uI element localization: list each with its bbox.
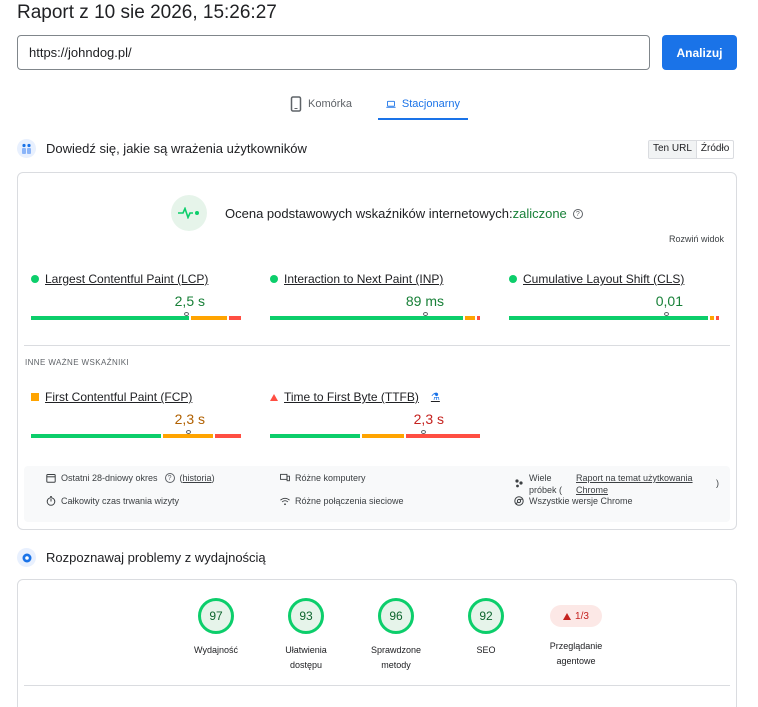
metric-lcp: Largest Contentful Paint (LCP) 2,5 s [31, 272, 241, 320]
field-data-heading: Dowiedź się, jakie są wrażenia użytkowni… [17, 139, 307, 158]
crux-report-link[interactable]: Raport na temat użytkowania Chrome [576, 472, 693, 496]
info-samples: Wiele próbek ( Raport na temat użytkowani… [514, 472, 719, 496]
toggle-this-url[interactable]: Ten URL [649, 141, 697, 158]
history-link[interactable]: historia [183, 473, 212, 483]
score-best-practices-value: 96 [378, 598, 414, 634]
score-agentic-label: Przeglądanie agentowe [549, 641, 603, 666]
wifi-icon [280, 496, 290, 506]
good-indicator-icon [31, 275, 39, 283]
score-accessibility-value: 93 [288, 598, 324, 634]
other-metrics-label: INNE WAŻNE WSKAŹNIKI [25, 358, 130, 367]
info-chrome-versions: Wszystkie wersje Chrome [514, 496, 633, 506]
calendar-icon [46, 473, 56, 483]
score-performance[interactable]: 97 Wydajność [171, 598, 261, 673]
info-period: Ostatni 28-dniowy okres ? (historia) [46, 473, 215, 483]
users-icon [17, 139, 36, 158]
info-network: Różne połączenia sieciowe [280, 496, 404, 506]
core-web-vitals-card: Ocena podstawowych wskaźników internetow… [17, 172, 737, 530]
score-best-practices-label: Sprawdzone metody [370, 645, 422, 670]
metric-lcp-distribution [31, 312, 241, 320]
tab-desktop[interactable]: Stacjonarny [378, 88, 468, 120]
help-icon[interactable]: ? [572, 209, 583, 220]
report-title: Raport z 10 sie 2026, 15:26:27 [17, 2, 277, 23]
metric-ttfb-value: 2,3 s [413, 411, 444, 427]
score-performance-value: 97 [198, 598, 234, 634]
lab-data-heading-text: Rozpoznawaj problemy z wydajnością [46, 550, 266, 565]
metric-inp-value: 89 ms [405, 293, 444, 309]
field-data-heading-text: Dowiedź się, jakie są wrażenia użytkowni… [46, 141, 307, 156]
metric-inp-distribution [270, 312, 480, 320]
expand-view-button[interactable]: Rozwiń widok [669, 234, 724, 244]
good-indicator-icon [270, 275, 278, 283]
metric-ttfb-link[interactable]: Time to First Byte (TTFB) [284, 390, 419, 404]
cwv-status: zaliczone [512, 205, 567, 221]
score-performance-label: Wydajność [194, 645, 238, 655]
average-indicator-icon [31, 393, 39, 401]
cwv-assessment-text: Ocena podstawowych wskaźników internetow… [225, 206, 583, 221]
metric-inp: Interaction to Next Paint (INP) 89 ms [270, 272, 480, 320]
metric-fcp-link[interactable]: First Contentful Paint (FCP) [45, 390, 192, 404]
agentic-browsing-value: 1/3 [575, 610, 589, 622]
agentic-browsing-badge: 1/3 [550, 605, 602, 627]
metric-fcp: First Contentful Paint (FCP) 2,3 s [31, 390, 241, 438]
good-indicator-icon [509, 275, 517, 283]
help-icon[interactable]: ? [164, 473, 175, 483]
smartphone-icon [290, 96, 302, 112]
score-seo-label: SEO [476, 645, 496, 655]
metric-lcp-link[interactable]: Largest Contentful Paint (LCP) [45, 272, 208, 286]
metric-fcp-distribution [31, 430, 241, 438]
warning-triangle-icon [563, 612, 572, 620]
metric-fcp-value: 2,3 s [174, 411, 205, 427]
tab-desktop-label: Stacjonarny [401, 98, 460, 110]
score-best-practices[interactable]: 96 Sprawdzone metody [351, 598, 441, 673]
metric-ttfb: Time to First Byte (TTFB) ⚗ 2,3 s [270, 390, 480, 438]
timer-icon [46, 496, 56, 506]
tab-mobile[interactable]: Komórka [282, 88, 372, 120]
performance-icon [17, 548, 36, 567]
laptop-icon [386, 100, 396, 108]
score-gauges: 97 Wydajność 93 Ułatwienia dostępu 96 Spr… [171, 598, 621, 673]
metric-inp-link[interactable]: Interaction to Next Paint (INP) [284, 272, 443, 286]
section-divider [24, 345, 730, 346]
experimental-flask-icon: ⚗ [430, 391, 440, 403]
section-divider [24, 685, 730, 686]
metric-lcp-value: 2,5 s [174, 293, 205, 309]
poor-indicator-icon [270, 393, 278, 401]
pulse-icon [171, 195, 207, 231]
metric-cls-value: 0,01 [655, 293, 683, 309]
metric-ttfb-distribution [270, 430, 480, 438]
metric-cls-link[interactable]: Cumulative Layout Shift (CLS) [523, 272, 684, 286]
score-seo-value: 92 [468, 598, 504, 634]
samples-icon [514, 478, 524, 488]
metric-cls-distribution [509, 312, 719, 320]
lab-data-heading: Rozpoznawaj problemy z wydajnością [17, 548, 266, 567]
metric-cls: Cumulative Layout Shift (CLS) 0,01 [509, 272, 719, 320]
lighthouse-scores-card: 97 Wydajność 93 Ułatwienia dostępu 96 Spr… [17, 579, 737, 707]
data-info-box: Ostatni 28-dniowy okres ? (historia) Cał… [24, 466, 730, 522]
score-accessibility[interactable]: 93 Ułatwienia dostępu [261, 598, 351, 673]
toggle-origin[interactable]: Źródło [697, 141, 733, 158]
score-agentic-browsing[interactable]: 1/3 Przeglądanie agentowe [531, 598, 621, 673]
score-accessibility-label: Ułatwienia dostępu [285, 645, 327, 670]
cwv-assessment: Ocena podstawowych wskaźników internetow… [171, 195, 583, 231]
info-duration: Całkowity czas trwania wizyty [46, 496, 179, 506]
url-input[interactable] [17, 35, 650, 70]
devices-icon [280, 473, 290, 483]
score-seo[interactable]: 92 SEO [441, 598, 531, 673]
source-toggle: Ten URL Źródło [648, 140, 735, 159]
device-tabs: Komórka Stacjonarny [282, 88, 468, 122]
analyze-button[interactable]: Analizuj [662, 35, 737, 70]
tab-mobile-label: Komórka [308, 98, 353, 110]
info-devices: Różne komputery [280, 473, 366, 483]
chrome-icon [514, 496, 524, 506]
